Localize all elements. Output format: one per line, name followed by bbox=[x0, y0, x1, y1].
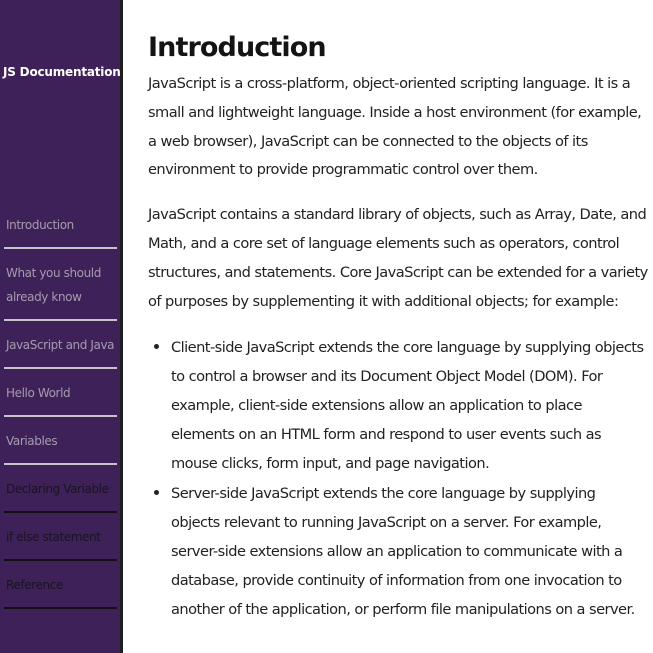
list-item-server-side: Server-side JavaScript extends the core … bbox=[171, 478, 648, 624]
sidebar-item-if-else-statement[interactable]: if else statement bbox=[4, 513, 117, 561]
sidebar: JS Documentation Introduction What you s… bbox=[0, 0, 123, 653]
bullet-list: Client-side JavaScript extends the core … bbox=[148, 332, 648, 624]
page-title: Introduction bbox=[148, 32, 327, 63]
list-item-client-side: Client-side JavaScript extends the core … bbox=[171, 332, 648, 478]
sidebar-nav: Introduction What you should already kno… bbox=[4, 201, 117, 609]
main-content: Introduction JavaScript is a cross-platf… bbox=[148, 26, 648, 624]
sidebar-item-reference[interactable]: Reference bbox=[4, 561, 117, 609]
intro-paragraph: JavaScript is a cross-platform, object-o… bbox=[148, 75, 642, 179]
sidebar-item-variables[interactable]: Variables bbox=[4, 417, 117, 465]
library-paragraph: JavaScript contains a standard library o… bbox=[148, 206, 648, 310]
sidebar-title: JS Documentation bbox=[3, 65, 121, 79]
sidebar-item-declaring-variable[interactable]: Declaring Variable bbox=[4, 465, 117, 513]
sidebar-item-introduction[interactable]: Introduction bbox=[4, 201, 117, 249]
sidebar-item-hello-world[interactable]: Hello World bbox=[4, 369, 117, 417]
sidebar-item-javascript-and-java[interactable]: JavaScript and Java bbox=[4, 321, 117, 369]
sidebar-item-what-you-should-already-know[interactable]: What you should already know bbox=[4, 249, 117, 321]
